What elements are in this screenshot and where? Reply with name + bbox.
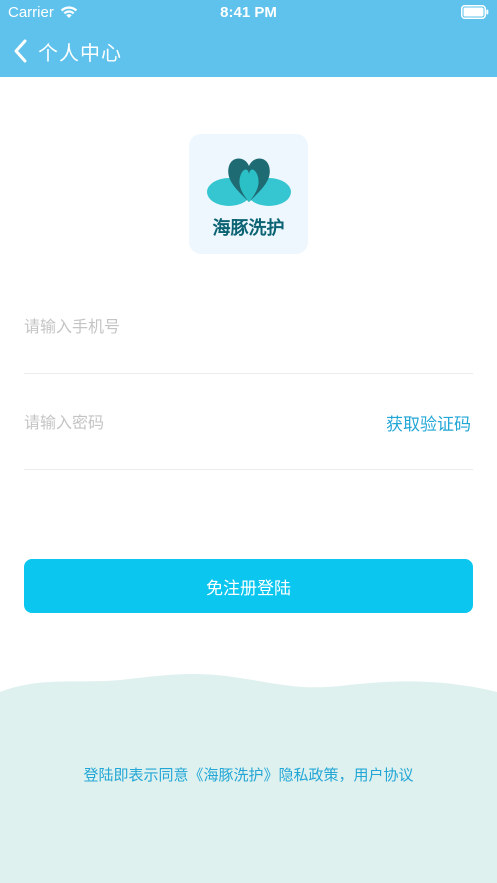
agreement-text: 登陆即表示同意《海豚洗护》隐私政策，用户协议 bbox=[0, 764, 497, 785]
agreement-separator: ， bbox=[338, 766, 354, 784]
status-bar: Carrier 8:41 PM bbox=[0, 0, 497, 26]
phone-input[interactable] bbox=[24, 311, 324, 341]
code-divider bbox=[24, 469, 473, 470]
back-chevron-icon[interactable] bbox=[13, 39, 29, 63]
privacy-policy-link[interactable]: 隐私政策 bbox=[278, 766, 338, 784]
login-button[interactable]: 免注册登陆 bbox=[24, 559, 473, 613]
code-input[interactable] bbox=[24, 407, 324, 437]
dolphin-heart-logo-icon bbox=[207, 158, 291, 206]
status-time: 8:41 PM bbox=[220, 4, 277, 21]
agreement-prefix: 登陆即表示同意《海豚洗护》 bbox=[83, 766, 279, 784]
get-code-button[interactable]: 获取验证码 bbox=[386, 410, 471, 435]
app-logo: 海豚洗护 bbox=[189, 134, 308, 254]
phone-divider bbox=[24, 373, 473, 374]
nav-bar: 个人中心 bbox=[0, 26, 497, 77]
nav-title[interactable]: 个人中心 bbox=[38, 37, 122, 66]
battery-icon bbox=[461, 5, 489, 19]
logo-text: 海豚洗护 bbox=[212, 218, 285, 239]
user-agreement-link[interactable]: 用户协议 bbox=[354, 766, 414, 784]
header: Carrier 8:41 PM 个人中心 bbox=[0, 0, 497, 77]
